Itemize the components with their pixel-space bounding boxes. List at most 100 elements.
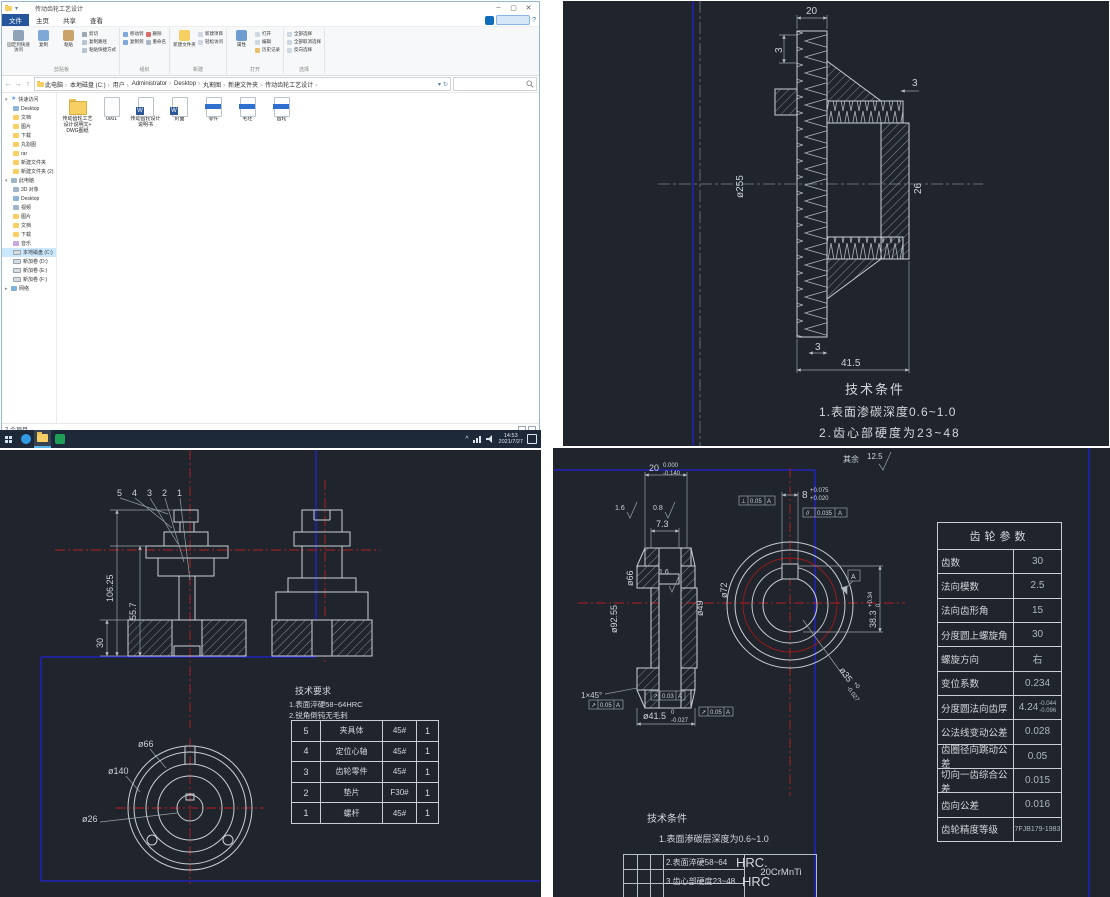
start-button[interactable]: [0, 430, 17, 448]
select-all-button[interactable]: 全部选择: [287, 31, 321, 37]
sidebar-item-pictures[interactable]: 图片: [2, 122, 56, 131]
breadcrumb-users[interactable]: 用户: [113, 80, 131, 89]
sidebar-item-pc-downloads[interactable]: 下载: [2, 230, 56, 239]
copy-button[interactable]: 复制: [32, 29, 55, 47]
navigation-pane: ▾★快速访问 Desktop 文档 图片 下载 丸割图 rar 新建文件夹 新建…: [2, 93, 57, 423]
sidebar-item-pc-desktop[interactable]: Desktop: [2, 194, 56, 203]
table-row: 法向齿形角15: [938, 599, 1061, 623]
taskbar-file-explorer[interactable]: [34, 430, 51, 448]
move-to-button[interactable]: 移动到: [123, 31, 144, 37]
sidebar-item-desktop[interactable]: Desktop: [2, 104, 56, 113]
new-item-button[interactable]: 新建项目: [198, 31, 223, 37]
green-app-icon: [55, 434, 65, 444]
minimize-button[interactable]: –: [491, 4, 506, 12]
search-input[interactable]: [453, 77, 537, 91]
tech-notes-fixture: 技术要求 1.表面淬硬58~64HRC 2.锐角倒钝无毛刺: [289, 684, 429, 721]
sidebar-network[interactable]: ▸网络: [2, 284, 56, 293]
sidebar-item-pc-documents[interactable]: 文档: [2, 221, 56, 230]
properties-button[interactable]: 属性: [230, 29, 253, 47]
address-dropdown-icon[interactable]: ▾: [438, 81, 441, 88]
breadcrumb-administrator[interactable]: Administrator: [132, 81, 173, 87]
sidebar-item-documents[interactable]: 文档: [2, 113, 56, 122]
quick-toolbar-icon[interactable]: ▾: [15, 5, 18, 12]
easy-access-button[interactable]: 轻松访问: [198, 39, 223, 45]
sidebar-item-disk-f[interactable]: 新加卷 (F:): [2, 275, 56, 284]
star-icon: ★: [11, 97, 16, 102]
help-icon[interactable]: ?: [532, 17, 536, 24]
close-button[interactable]: ✕: [521, 4, 536, 12]
sidebar-item-rar[interactable]: rar: [2, 149, 56, 158]
ribbon: 固定到快速访问 复制 粘贴 剪切 复制路径 粘贴快捷方式 剪贴板 移动到: [2, 27, 539, 76]
svg-text:0: 0: [876, 603, 882, 607]
forward-button[interactable]: →: [14, 81, 22, 88]
file-item[interactable]: 封面: [164, 97, 195, 134]
account-icon[interactable]: [485, 16, 494, 25]
breadcrumb-current[interactable]: 传动齿轮工艺设计: [265, 80, 319, 89]
taskbar-browser[interactable]: [17, 430, 34, 448]
sidebar-item-disk-c[interactable]: 本地磁盘 (C:): [2, 248, 56, 257]
maximize-button[interactable]: ▢: [506, 4, 521, 12]
sidebar-item-music[interactable]: 音乐: [2, 239, 56, 248]
titlebar[interactable]: ▾ 传动齿轮工艺设计 – ▢ ✕: [2, 2, 539, 14]
breadcrumb-folder2[interactable]: 新建文件夹: [228, 80, 264, 89]
svg-text:A: A: [838, 511, 842, 517]
history-button[interactable]: 历史记录: [255, 47, 280, 53]
breadcrumb-folder1[interactable]: 丸割图: [203, 80, 227, 89]
file-item[interactable]: 0001: [96, 97, 127, 134]
chamfer-note: 1×45°: [581, 691, 602, 700]
invert-selection-button[interactable]: 反向选择: [287, 47, 321, 53]
account-badge[interactable]: [496, 15, 530, 25]
tab-view[interactable]: 查看: [83, 14, 110, 26]
dim-3-right: 3: [912, 78, 918, 89]
copy-to-button[interactable]: 复制到: [123, 39, 144, 45]
sidebar-item-pc-pictures[interactable]: 图片: [2, 212, 56, 221]
open-button[interactable]: 打开: [255, 31, 280, 37]
show-hidden-icons[interactable]: ^: [465, 436, 468, 443]
breadcrumb-this-pc[interactable]: 此电脑: [45, 80, 69, 89]
delete-button[interactable]: 删除: [146, 31, 167, 37]
sidebar-item-downloads[interactable]: 下载: [2, 131, 56, 140]
tab-file[interactable]: 文件: [2, 14, 29, 26]
volume-icon[interactable]: [486, 435, 495, 443]
new-folder-button[interactable]: 新建文件夹: [173, 29, 196, 47]
select-none-button[interactable]: 全部取消选择: [287, 39, 321, 45]
file-item[interactable]: 齿轮: [266, 97, 297, 134]
rename-button[interactable]: 重命名: [146, 39, 167, 45]
sidebar-item-3d-objects[interactable]: 3D 对象: [2, 185, 56, 194]
up-button[interactable]: ↑: [24, 81, 32, 88]
edit-button[interactable]: 编辑: [255, 39, 280, 45]
dim-d140: ø140: [108, 766, 129, 776]
action-center-icon[interactable]: [527, 434, 537, 444]
file-item[interactable]: 传动齿轮工艺设计说明文+DWG图纸: [62, 97, 93, 134]
back-button[interactable]: ←: [4, 81, 12, 88]
breadcrumb[interactable]: 此电脑 本地磁盘 (C:) 用户 Administrator Desktop 丸…: [34, 77, 451, 91]
sidebar-item-videos[interactable]: 视频: [2, 203, 56, 212]
drive-icon: [13, 250, 21, 255]
copy-path-button[interactable]: 复制路径: [82, 39, 116, 45]
tab-home[interactable]: 主页: [29, 14, 56, 26]
sidebar-item-newfolder2[interactable]: 新建文件夹 (2): [2, 167, 56, 176]
pin-quick-access-button[interactable]: 固定到快速访问: [7, 29, 30, 52]
network-icon[interactable]: [473, 435, 482, 443]
taskbar-clock[interactable]: 14:53 2021/7/27: [499, 433, 523, 446]
file-item[interactable]: 零件: [198, 97, 229, 134]
sidebar-this-pc[interactable]: ▾此电脑: [2, 176, 56, 185]
file-item[interactable]: 毛坯: [232, 97, 263, 134]
sidebar-item-disk-d[interactable]: 新加卷 (D:): [2, 257, 56, 266]
sidebar-item-newfolder[interactable]: 新建文件夹: [2, 158, 56, 167]
sidebar-item-disk-e[interactable]: 新加卷 (E:): [2, 266, 56, 275]
sidebar-quick-access[interactable]: ▾★快速访问: [2, 95, 56, 104]
file-item[interactable]: 传动齿轮设计说明书: [130, 97, 161, 134]
cad-viewport-gear-drawing: 20 0.000 -0.140 7.3 8 +0.075 +0.020 ø41.…: [553, 448, 1110, 897]
refresh-icon[interactable]: ↻: [443, 81, 448, 88]
taskbar-green-app[interactable]: [51, 430, 68, 448]
sidebar-item-wange[interactable]: 丸割图: [2, 140, 56, 149]
paste-shortcut-button[interactable]: 粘贴快捷方式: [82, 47, 116, 53]
paste-button[interactable]: 粘贴: [57, 29, 80, 47]
breadcrumb-disk-c[interactable]: 本地磁盘 (C:): [70, 80, 112, 89]
ribbon-group-clipboard: 固定到快速访问 复制 粘贴 剪切 复制路径 粘贴快捷方式 剪贴板: [4, 28, 120, 74]
cad-viewport-fixture-assembly: 5 4 3 2 1 106.25 55.7 30 ø66 ø140 ø26 技术…: [0, 450, 541, 897]
cut-button[interactable]: 剪切: [82, 31, 116, 37]
breadcrumb-desktop[interactable]: Desktop: [174, 81, 202, 87]
tab-share[interactable]: 共享: [56, 14, 83, 26]
